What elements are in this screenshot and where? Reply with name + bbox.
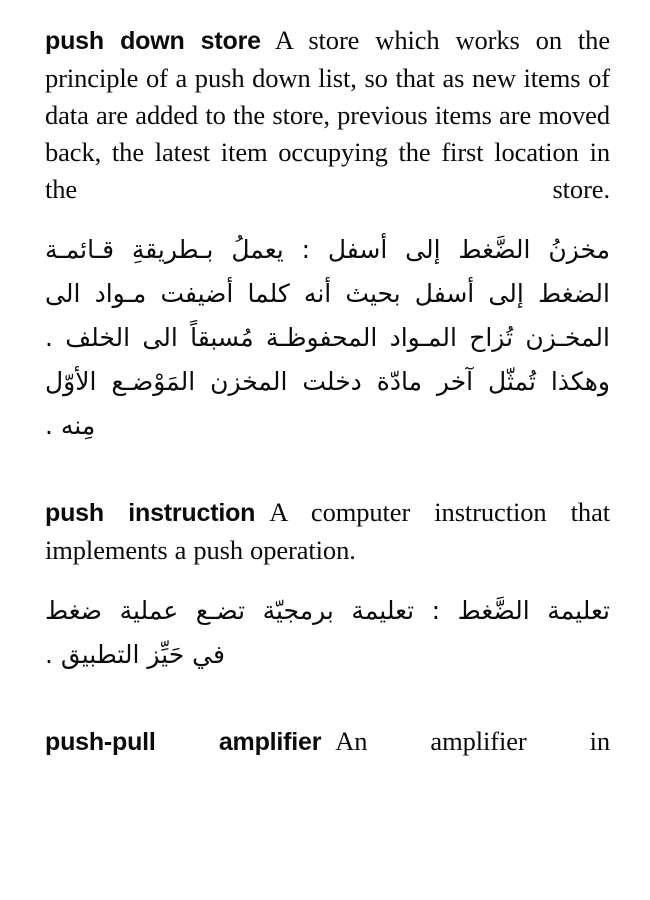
entry-definition-block: push instruction A computer instruction t… xyxy=(45,494,610,569)
definition-text-push-pull-amplifier: An amplifier in xyxy=(335,726,611,756)
arabic-translation-push-down-store: مخزنُ الضَّغط إلى أسفل : يعملُ بـطريقةِ … xyxy=(45,228,610,448)
headword-push-pull-amplifier: push-pull amplifier xyxy=(45,728,322,756)
arabic-translation-push-instruction: تعليمة الضَّغط : تعليمة برمجيّة تضـع عمل… xyxy=(45,589,610,677)
entry-definition-block: push down store A store which works on th… xyxy=(45,22,610,208)
arabic-line: وهكذا تُمثّل آخر مادّة دخلت المخزن المَو… xyxy=(45,367,610,396)
dictionary-entry-push-down-store: push down store A store which works on th… xyxy=(45,22,610,208)
arabic-line: تعليمة الضَّغط : تعليمة برمجيّة تضـع عمل… xyxy=(45,596,610,625)
entry-definition-block: push-pull amplifier An amplifier in xyxy=(45,723,610,761)
arabic-line: الضغط إلى أسفل بحيث أنه كلما أضيفت مـواد… xyxy=(45,279,610,308)
headword-push-down-store: push down store xyxy=(45,27,261,55)
dictionary-entry-push-instruction: push instruction A computer instruction t… xyxy=(45,494,610,569)
arabic-line: المخـزن تُزاح المـواد المحفوظـة مُسبقاً … xyxy=(45,323,610,352)
arabic-line: مخزنُ الضَّغط إلى أسفل : يعملُ بـطريقةِ … xyxy=(45,235,610,264)
dictionary-entry-push-pull-amplifier: push-pull amplifier An amplifier in xyxy=(45,723,610,761)
text-column: push down store A store which works on th… xyxy=(45,22,610,767)
arabic-line: مِنه . xyxy=(45,411,96,440)
arabic-line: في حَيِّز التطبيق . xyxy=(45,640,225,669)
headword-push-instruction: push instruction xyxy=(45,499,256,527)
dictionary-page: push down store A store which works on th… xyxy=(0,0,650,900)
